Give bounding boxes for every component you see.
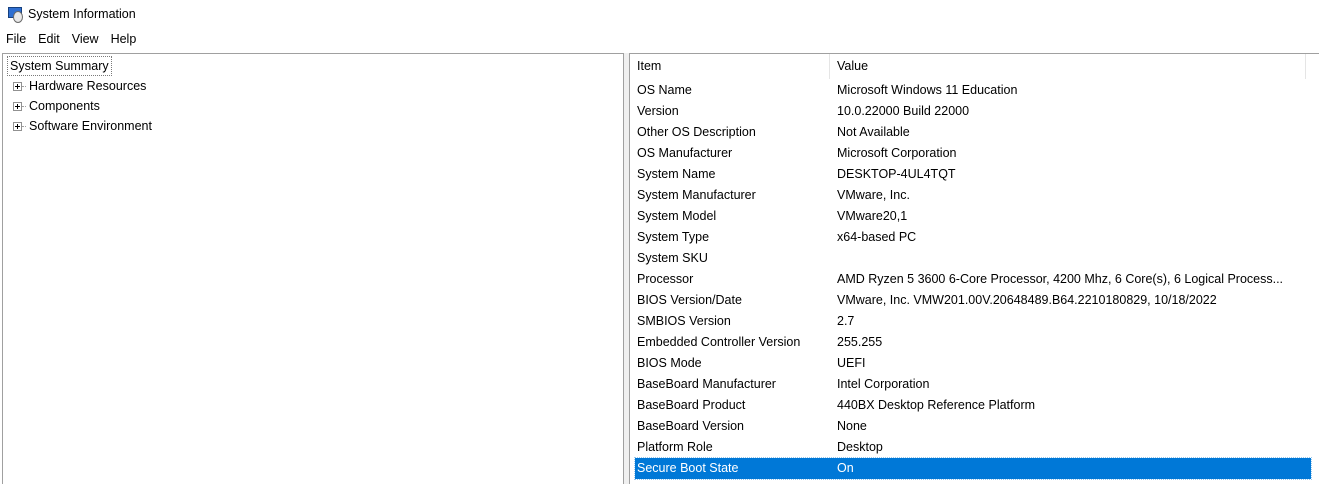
tree-item-label: Components xyxy=(29,99,100,113)
row-value-cell: 440BX Desktop Reference Platform xyxy=(837,398,1036,412)
tree-item-system-summary[interactable]: System Summary xyxy=(7,56,112,76)
table-row[interactable]: System Name DESKTOP-4UL4TQT xyxy=(635,164,1311,185)
table-row[interactable]: Processor AMD Ryzen 5 3600 6-Core Process… xyxy=(635,269,1311,290)
table-row[interactable]: BaseBoard Manufacturer Intel Corporation xyxy=(635,374,1311,395)
menu-help[interactable]: Help xyxy=(106,29,142,49)
table-row[interactable]: BaseBoard Product 440BX Desktop Reference… xyxy=(635,395,1311,416)
system-information-window: System Information File Edit View Help S… xyxy=(0,0,1319,484)
column-header-item[interactable]: Item xyxy=(630,54,830,79)
row-item-cell: OS Name xyxy=(637,83,692,97)
system-information-icon xyxy=(7,6,23,23)
row-value-cell: Microsoft Corporation xyxy=(837,146,957,160)
row-item-cell: Processor xyxy=(637,272,694,286)
tree-item-software-environment[interactable]: Software Environment xyxy=(11,116,311,136)
table-row[interactable]: System SKU xyxy=(635,248,1311,269)
tree-item-label: Hardware Resources xyxy=(29,79,147,93)
row-item-cell: BIOS Mode xyxy=(637,356,702,370)
row-value-cell: DESKTOP-4UL4TQT xyxy=(837,167,956,181)
row-item-cell: BaseBoard Product xyxy=(637,398,746,412)
window-title: System Information xyxy=(28,7,136,21)
row-item-cell: SMBIOS Version xyxy=(637,314,731,328)
row-value-cell: 255.255 xyxy=(837,335,883,349)
category-tree[interactable]: System Summary Hardware Resources Compon… xyxy=(2,53,624,484)
row-value-cell: Not Available xyxy=(837,125,910,139)
table-row[interactable]: System Manufacturer VMware, Inc. xyxy=(635,185,1311,206)
row-value-cell: On xyxy=(837,461,854,475)
row-item-cell: System Model xyxy=(637,209,717,223)
row-value-cell: VMware20,1 xyxy=(837,209,908,223)
row-value-cell: Intel Corporation xyxy=(837,377,930,391)
row-value-cell: x64-based PC xyxy=(837,230,917,244)
row-item-cell: System Type xyxy=(637,230,710,244)
row-item-cell: Platform Role xyxy=(637,440,713,454)
row-value-cell: 2.7 xyxy=(837,314,855,328)
table-row[interactable]: BaseBoard Version None xyxy=(635,416,1311,437)
tree-item-hardware-resources[interactable]: Hardware Resources xyxy=(11,76,311,96)
table-row[interactable]: OS Name Microsoft Windows 11 Education xyxy=(635,80,1311,101)
menu-file[interactable]: File xyxy=(1,29,31,49)
expand-plus-icon[interactable] xyxy=(13,82,22,91)
row-value-cell: Desktop xyxy=(837,440,883,454)
table-row[interactable]: OS Manufacturer Microsoft Corporation xyxy=(635,143,1311,164)
row-item-cell: BIOS Version/Date xyxy=(637,293,742,307)
table-row[interactable]: Secure Boot State On xyxy=(634,457,1312,480)
table-row[interactable]: SMBIOS Version 2.7 xyxy=(635,311,1311,332)
table-row[interactable]: BIOS Version/Date VMware, Inc. VMW201.00V… xyxy=(635,290,1311,311)
table-row[interactable]: Version 10.0.22000 Build 22000 xyxy=(635,101,1311,122)
row-item-cell: OS Manufacturer xyxy=(637,146,733,160)
list-body: OS Name Microsoft Windows 11 Education Ver… xyxy=(630,80,1319,480)
table-row[interactable]: Other OS Description Not Available xyxy=(635,122,1311,143)
row-value-cell: Microsoft Windows 11 Education xyxy=(837,83,1018,97)
row-value-cell: VMware, Inc. xyxy=(837,188,910,202)
details-list[interactable]: Item Value OS Name Microsoft Windows 11 E… xyxy=(629,53,1319,484)
title-bar[interactable]: System Information xyxy=(0,0,1319,28)
expand-plus-icon[interactable] xyxy=(13,122,22,131)
row-item-cell: BaseBoard Version xyxy=(637,419,745,433)
column-header-value[interactable]: Value xyxy=(830,54,1306,79)
row-item-cell: BaseBoard Manufacturer xyxy=(637,377,776,391)
table-row[interactable]: System Type x64-based PC xyxy=(635,227,1311,248)
table-row[interactable]: Platform Role Desktop xyxy=(635,437,1311,458)
table-row[interactable]: BIOS Mode UEFI xyxy=(635,353,1311,374)
row-item-cell: System Name xyxy=(637,167,716,181)
row-item-cell: System SKU xyxy=(637,251,708,265)
table-row[interactable]: System Model VMware20,1 xyxy=(635,206,1311,227)
menu-bar: File Edit View Help xyxy=(0,28,1319,50)
row-value-cell: VMware, Inc. VMW201.00V.20648489.B64.221… xyxy=(837,293,1217,307)
row-value-cell: 10.0.22000 Build 22000 xyxy=(837,104,970,118)
row-item-cell: Other OS Description xyxy=(637,125,756,139)
row-value-cell: AMD Ryzen 5 3600 6-Core Processor, 4200 … xyxy=(837,272,1284,286)
menu-edit[interactable]: Edit xyxy=(33,29,65,49)
tree-item-label: Software Environment xyxy=(29,119,152,133)
row-item-cell: Secure Boot State xyxy=(637,461,739,475)
row-value-cell: None xyxy=(837,419,867,433)
tree-item-components[interactable]: Components xyxy=(11,96,311,116)
row-item-cell: System Manufacturer xyxy=(637,188,756,202)
row-item-cell: Embedded Controller Version xyxy=(637,335,801,349)
table-row[interactable]: Embedded Controller Version 255.255 xyxy=(635,332,1311,353)
expand-plus-icon[interactable] xyxy=(13,102,22,111)
menu-view[interactable]: View xyxy=(67,29,104,49)
row-value-cell: UEFI xyxy=(837,356,866,370)
list-header: Item Value xyxy=(630,54,1319,79)
row-item-cell: Version xyxy=(637,104,679,118)
